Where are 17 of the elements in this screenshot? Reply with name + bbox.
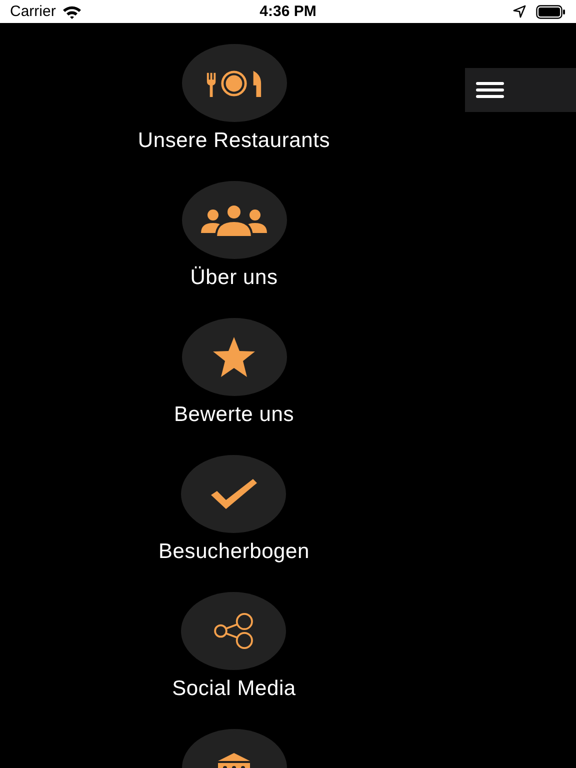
star-icon [212,336,256,378]
checkmark-icon [208,478,259,510]
battery-icon [536,4,566,18]
menu-button[interactable] [465,68,576,112]
carrier-name: Carrier [10,3,56,20]
dining-icon [205,68,263,98]
menu-item-link[interactable]: Social Media [172,675,296,702]
clock-time: 4:36 PM [260,3,316,20]
menu-item-link[interactable]: Über uns [190,264,278,291]
location-icon [513,5,526,18]
menu-item-link[interactable]: Besucherbogen [158,538,310,565]
wifi-icon [62,4,82,18]
menu-item-link[interactable]: Unsere Restaurants [138,127,330,154]
menu-item-link[interactable]: Bewerte uns [174,401,294,428]
menu-icon [476,82,504,98]
share-icon [212,613,256,649]
people-icon [200,203,268,237]
